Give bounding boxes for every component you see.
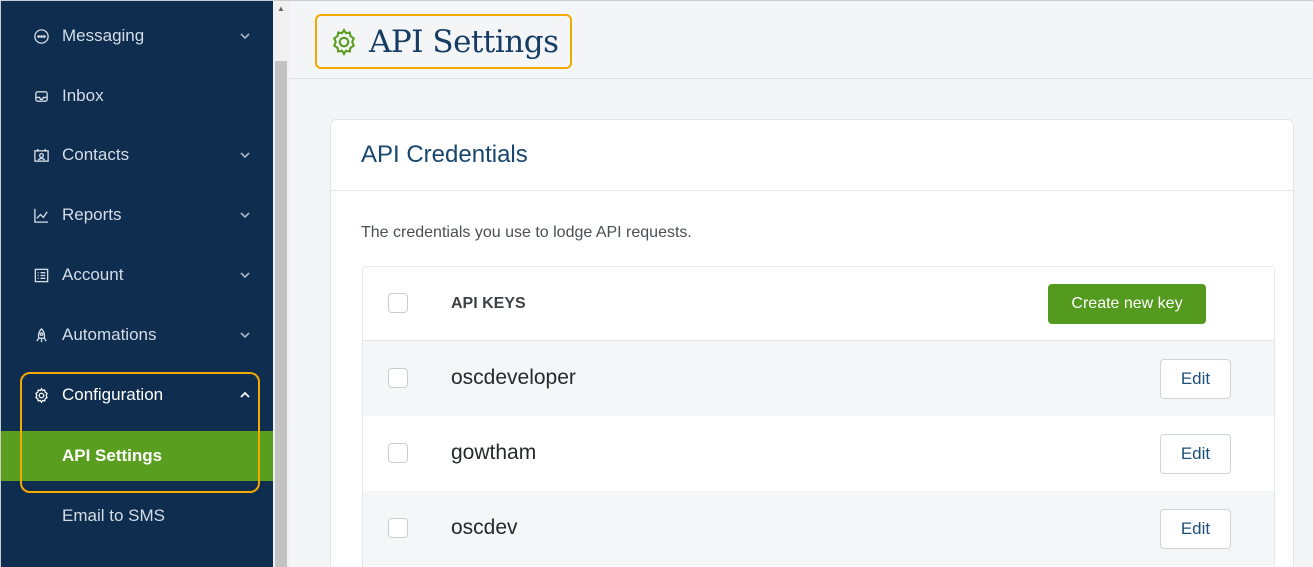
sidebar-item-label: Account <box>62 265 124 284</box>
sidebar-item-contacts[interactable]: Contacts <box>1 125 273 185</box>
page-title-highlight: API Settings <box>315 14 572 69</box>
inbox-icon <box>32 87 50 105</box>
sidebar-item-label: Contacts <box>62 145 130 164</box>
chevron-down-icon <box>239 329 251 341</box>
table-header: API KEYS Create new key <box>363 267 1274 341</box>
select-all-checkbox[interactable] <box>388 293 408 313</box>
api-key-name: oscdev <box>451 516 518 539</box>
scroll-thumb[interactable] <box>275 61 287 567</box>
contact-card-icon <box>32 146 50 164</box>
sidebar-subitem-api-settings[interactable]: API Settings <box>1 431 273 481</box>
chevron-up-icon <box>239 389 251 401</box>
card-title: API Credentials <box>361 141 528 168</box>
table-row: oscdev Edit <box>363 491 1274 566</box>
scroll-up-arrow-icon[interactable]: ▲ <box>273 1 289 15</box>
page-title: API Settings <box>369 23 559 60</box>
chevron-down-icon <box>239 149 251 161</box>
column-header-api-keys: API KEYS <box>451 295 526 312</box>
sidebar-item-label: API Settings <box>62 446 163 465</box>
chevron-down-icon <box>239 30 251 42</box>
sidebar-item-label: Automations <box>62 325 157 344</box>
sidebar-item-label: Email to SMS <box>62 506 165 525</box>
edit-button[interactable]: Edit <box>1160 509 1231 549</box>
create-new-key-button[interactable]: Create new key <box>1048 284 1206 324</box>
sidebar-item-account[interactable]: Account <box>1 245 273 305</box>
sidebar-item-messaging[interactable]: Messaging <box>1 6 273 66</box>
sidebar-item-label: Messaging <box>62 26 145 45</box>
sidebar-item-inbox[interactable]: Inbox <box>1 66 273 126</box>
chevron-down-icon <box>239 209 251 221</box>
sidebar-item-label: Configuration <box>62 385 164 404</box>
card-header: API Credentials <box>331 120 1293 191</box>
sidebar-item-reports[interactable]: Reports <box>1 185 273 245</box>
table-row: gowtham Edit <box>363 416 1274 491</box>
chevron-down-icon <box>239 269 251 281</box>
sidebar-item-label: Reports <box>62 205 122 224</box>
rocket-icon <box>32 326 50 344</box>
edit-button[interactable]: Edit <box>1160 359 1231 399</box>
row-checkbox[interactable] <box>388 443 408 463</box>
api-credentials-card: API Credentials The credentials you use … <box>330 119 1294 567</box>
api-keys-table: API KEYS Create new key oscdeveloper Edi… <box>362 266 1275 567</box>
api-key-name: oscdeveloper <box>451 366 576 389</box>
sidebar: Messaging Inbox Contacts Reports Account… <box>1 1 273 567</box>
account-list-icon <box>32 266 50 284</box>
main-content: API Credentials The credentials you use … <box>289 79 1313 567</box>
page-header: API Settings <box>289 1 1313 79</box>
sidebar-scrollbar[interactable]: ▲ <box>273 1 289 567</box>
table-row: oscdeveloper Edit <box>363 341 1274 416</box>
row-checkbox[interactable] <box>388 518 408 538</box>
sidebar-item-configuration[interactable]: Configuration <box>1 365 273 425</box>
edit-button[interactable]: Edit <box>1160 434 1231 474</box>
card-description: The credentials you use to lodge API req… <box>361 224 692 241</box>
row-checkbox[interactable] <box>388 368 408 388</box>
chat-bubble-icon <box>32 27 50 45</box>
sidebar-item-label: Inbox <box>62 86 104 105</box>
gear-icon <box>32 386 50 404</box>
api-key-name: gowtham <box>451 441 537 464</box>
sidebar-item-automations[interactable]: Automations <box>1 305 273 365</box>
line-chart-icon <box>32 206 50 224</box>
sidebar-subitem-email-to-sms[interactable]: Email to SMS <box>1 491 273 541</box>
gear-icon <box>329 27 359 57</box>
